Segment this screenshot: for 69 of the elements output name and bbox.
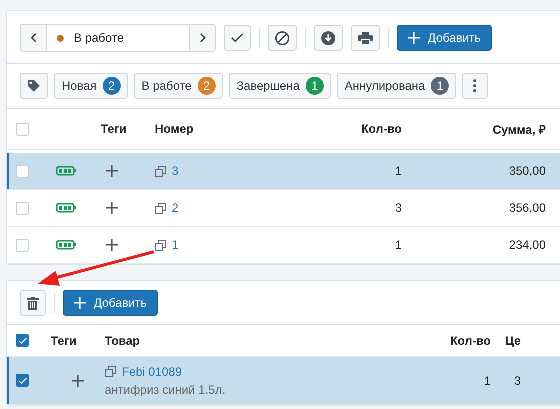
- status-label: В работе: [74, 31, 124, 45]
- cancel-button[interactable]: [268, 25, 297, 51]
- order-number-link[interactable]: 3: [172, 164, 179, 178]
- plus-icon: [106, 165, 118, 177]
- table-cell-text: 3: [513, 374, 521, 388]
- order-number-link[interactable]: 2: [172, 201, 179, 215]
- product-link[interactable]: Febi 01089: [122, 364, 182, 378]
- confirm-button[interactable]: [224, 25, 251, 51]
- add-button[interactable]: Добавить: [63, 290, 158, 316]
- copy-icon: [155, 240, 166, 250]
- table-cell-text: 356,00: [508, 201, 546, 215]
- column-header: Товар: [105, 334, 142, 348]
- plus-icon: [72, 374, 84, 386]
- trash-icon: [27, 296, 39, 310]
- status-filter-button[interactable]: Завершена 1: [228, 73, 331, 99]
- tag-button[interactable]: [20, 73, 48, 99]
- copy-icon: [105, 366, 116, 377]
- print-button[interactable]: [351, 25, 380, 51]
- order-number-link[interactable]: 1: [172, 238, 179, 252]
- table-cell-text: 234,00: [508, 238, 546, 252]
- column-header: Це: [504, 334, 521, 348]
- table-cell-text: 1: [483, 374, 491, 388]
- battery-icon: [56, 166, 77, 176]
- delete-button[interactable]: [20, 290, 46, 316]
- table-row[interactable]: Febi 01089 антифриз синий 1.5л. 1 3: [7, 357, 560, 405]
- next-button[interactable]: [190, 25, 215, 51]
- column-header: Теги: [101, 122, 128, 136]
- product-description: антифриз синий 1.5л.: [105, 382, 227, 396]
- status-filter-button[interactable]: В работе 2: [134, 73, 223, 99]
- download-button[interactable]: [314, 25, 343, 51]
- column-header: Кол-во: [449, 334, 491, 348]
- battery-icon: [56, 203, 77, 213]
- copy-icon: [155, 202, 166, 214]
- column-header: Сумма, ₽: [492, 122, 546, 138]
- battery-icon: [56, 240, 77, 250]
- chevron-right-icon: [200, 33, 206, 43]
- status-dot: [57, 34, 64, 42]
- plus-icon: [106, 239, 118, 251]
- column-header: Кол-во: [360, 122, 402, 136]
- count-badge: 1: [431, 77, 450, 95]
- checkmark-icon: [231, 33, 244, 43]
- column-header: Теги: [51, 334, 78, 348]
- plus-icon: [74, 297, 86, 309]
- table-row[interactable]: 3 1 350,00: [7, 153, 560, 190]
- chevron-left-icon: [30, 33, 36, 43]
- prohibited-icon: [275, 30, 290, 46]
- column-header: Номер: [155, 122, 195, 136]
- table-cell-text: 3: [394, 201, 402, 215]
- checkbox[interactable]: [16, 334, 29, 347]
- tag-icon: [27, 79, 41, 93]
- printer-icon: [358, 32, 373, 44]
- table-cell-text: 350,00: [508, 164, 546, 178]
- status-switcher[interactable]: В работе: [20, 24, 216, 52]
- table-cell-text: 1: [394, 238, 402, 252]
- plus-icon: [106, 202, 118, 214]
- count-badge: 2: [198, 77, 216, 95]
- download-icon: [321, 30, 336, 46]
- status-filter-button[interactable]: Аннулирована 1: [336, 73, 456, 99]
- copy-icon: [155, 166, 166, 176]
- plus-icon: [408, 32, 420, 44]
- status-filter-button[interactable]: Новая 2: [54, 73, 128, 99]
- add-button[interactable]: Добавить: [397, 25, 492, 51]
- count-badge: 2: [102, 77, 121, 95]
- more-vertical-icon: [473, 79, 478, 93]
- more-button[interactable]: [462, 73, 488, 99]
- checkbox[interactable]: [16, 374, 29, 387]
- previous-button[interactable]: [21, 25, 46, 51]
- table-cell-text: 1: [394, 164, 402, 178]
- count-badge: 1: [306, 77, 324, 95]
